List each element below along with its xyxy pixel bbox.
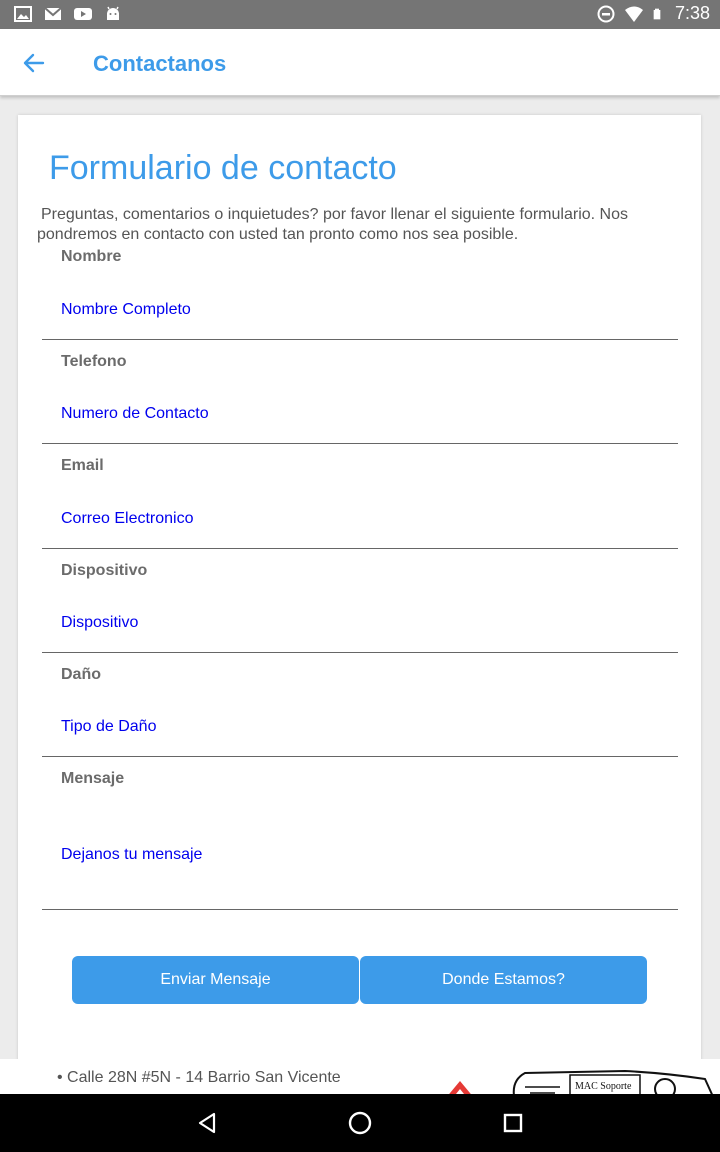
wifi-icon <box>624 6 643 22</box>
send-message-button[interactable]: Enviar Mensaje <box>72 956 359 1004</box>
status-bar-system: 7:38 <box>597 3 710 24</box>
clock: 7:38 <box>674 3 710 23</box>
page-title: Contactanos <box>93 51 227 76</box>
message-field[interactable]: Dejanos tu mensaje <box>42 796 678 910</box>
form-title: Formulario de contacto <box>49 149 397 187</box>
damage-type-field[interactable]: Tipo de Daño <box>42 692 678 757</box>
location-button[interactable]: Donde Estamos? <box>360 956 647 1004</box>
gmail-icon <box>44 7 62 20</box>
phone-label: Telefono <box>61 353 127 370</box>
sketch-sign-text: MAC Soporte <box>575 1081 632 1092</box>
name-field[interactable]: Nombre Completo <box>42 275 678 340</box>
back-button[interactable] <box>18 49 50 77</box>
address-text: • Calle 28N #5N - 14 Barrio San Vicente <box>57 1069 341 1086</box>
email-label: Email <box>61 457 104 474</box>
message-placeholder: Dejanos tu mensaje <box>61 846 203 863</box>
phone-placeholder: Numero de Contacto <box>61 405 209 422</box>
recents-square-icon <box>503 1113 523 1133</box>
email-placeholder: Correo Electronico <box>61 510 194 527</box>
back-triangle-icon <box>198 1112 216 1134</box>
brand-logo-icon <box>449 1081 471 1094</box>
footer-info: • Calle 28N #5N - 14 Barrio San Vicente … <box>0 1059 720 1094</box>
home-circle-icon <box>348 1111 372 1135</box>
name-label: Nombre <box>61 248 122 265</box>
arrow-back-icon <box>23 53 45 73</box>
device-field[interactable]: Dispositivo <box>42 588 678 653</box>
youtube-icon <box>74 8 92 20</box>
do-not-disturb-icon <box>597 5 615 22</box>
name-placeholder: Nombre Completo <box>61 301 191 318</box>
device-label: Dispositivo <box>61 562 148 579</box>
damage-type-placeholder: Tipo de Daño <box>61 718 157 735</box>
system-nav-bar <box>0 1094 720 1152</box>
device-placeholder: Dispositivo <box>61 614 139 631</box>
android-icon <box>107 6 119 20</box>
image-icon <box>14 6 32 22</box>
status-bar-notifications <box>14 5 122 23</box>
battery-icon <box>653 8 661 19</box>
contact-form-card: Formulario de contacto Preguntas, coment… <box>18 115 701 1065</box>
nav-home-button[interactable] <box>345 1108 375 1138</box>
nav-back-button[interactable] <box>192 1108 222 1138</box>
phone-field[interactable]: Numero de Contacto <box>42 379 678 444</box>
store-sketch-image: MAC Soporte <box>512 1069 713 1094</box>
status-bar: 7:38 <box>0 0 720 29</box>
email-field[interactable]: Correo Electronico <box>42 483 678 549</box>
nav-recents-button[interactable] <box>498 1108 528 1138</box>
form-description: Preguntas, comentarios o inquietudes? po… <box>37 206 628 243</box>
app-bar: Contactanos <box>0 29 720 96</box>
damage-label: Daño <box>61 666 101 683</box>
message-label: Mensaje <box>61 770 125 787</box>
